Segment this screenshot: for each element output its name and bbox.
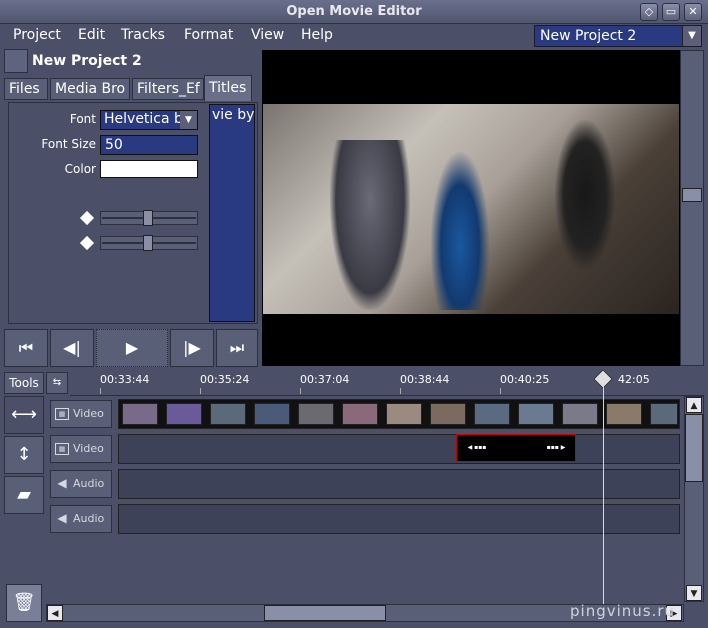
menu-edit[interactable]: Edit bbox=[78, 27, 105, 43]
chevron-down-icon[interactable]: ▼ bbox=[682, 26, 701, 46]
ruler-tick-label: 00:35:24 bbox=[200, 373, 250, 386]
playhead-line bbox=[603, 386, 604, 604]
clip-thumbnail[interactable] bbox=[122, 403, 158, 425]
speaker-icon: ◀ bbox=[57, 511, 67, 525]
ruler-tick-label: 00:33:44 bbox=[100, 373, 150, 386]
project-select-value: New Project 2 bbox=[540, 28, 637, 44]
chevron-down-icon[interactable]: ▼ bbox=[180, 111, 197, 129]
menu-project[interactable]: Project bbox=[13, 27, 61, 43]
close-button[interactable]: ✕ bbox=[684, 3, 702, 21]
clip-thumbnail[interactable] bbox=[430, 403, 466, 425]
clip-thumbnail[interactable] bbox=[298, 403, 334, 425]
clip-thumbnail[interactable] bbox=[254, 403, 290, 425]
video-figure bbox=[430, 150, 490, 310]
ruler-tick bbox=[300, 388, 301, 394]
ruler-tick-label: 00:37:04 bbox=[300, 373, 350, 386]
tab-files[interactable]: Files bbox=[4, 78, 48, 100]
slider-thumb[interactable] bbox=[143, 235, 153, 251]
scroll-up-icon[interactable]: ▲ bbox=[686, 397, 702, 413]
scroll-down-icon[interactable]: ▼ bbox=[686, 585, 702, 601]
toggle-tools-icon[interactable]: ⇆ bbox=[46, 372, 68, 394]
ruler-tick-label: 00:38:44 bbox=[400, 373, 450, 386]
title-text-area[interactable]: vie by bbox=[209, 104, 255, 322]
slider-thumb[interactable] bbox=[143, 210, 153, 226]
menu-view[interactable]: View bbox=[251, 27, 284, 43]
clip-thumbnail[interactable] bbox=[650, 403, 678, 425]
ruler-tick bbox=[200, 388, 201, 394]
project-toggle[interactable] bbox=[4, 49, 28, 73]
timeline-horizontal-thumb[interactable] bbox=[264, 605, 386, 621]
font-size-label: Font Size bbox=[41, 137, 96, 151]
preview-scrollbar[interactable] bbox=[680, 50, 704, 366]
watermark: pingvinus.ru bbox=[570, 602, 676, 620]
ruler-tick bbox=[500, 388, 501, 394]
scroll-left-icon[interactable]: ◀ bbox=[47, 605, 63, 621]
move-tool-icon[interactable]: ⟷ bbox=[4, 396, 44, 434]
speaker-icon: ◀ bbox=[57, 476, 67, 490]
skip-to-end-button[interactable]: ⏭ bbox=[216, 329, 258, 367]
menu-help[interactable]: Help bbox=[301, 27, 333, 43]
clip-thumbnail[interactable] bbox=[606, 403, 642, 425]
clip-thumbnail[interactable] bbox=[166, 403, 202, 425]
clip-segment: ▪▪▪ ▶ bbox=[546, 444, 566, 451]
video-figure bbox=[330, 140, 410, 310]
ruler-tick bbox=[400, 388, 401, 394]
video-track-icon: ▦ bbox=[55, 408, 69, 420]
ruler-tick-label: 00:40:25 bbox=[500, 373, 550, 386]
resize-tool-icon[interactable]: ↕ bbox=[4, 436, 44, 474]
razor-tool-icon[interactable]: ▰ bbox=[4, 476, 44, 514]
tools-label: Tools bbox=[4, 372, 44, 394]
ruler-tick bbox=[100, 388, 101, 394]
project-name: New Project 2 bbox=[32, 53, 142, 69]
clip-thumbnail[interactable] bbox=[562, 403, 598, 425]
minimize-button[interactable]: ◇ bbox=[640, 3, 658, 21]
audio-track-lane[interactable] bbox=[118, 469, 680, 499]
step-forward-button[interactable]: |▶ bbox=[170, 329, 214, 367]
video-track-lane[interactable] bbox=[118, 434, 680, 464]
tab-titles[interactable]: Titles bbox=[204, 75, 252, 101]
window-title: Open Movie Editor bbox=[286, 4, 422, 19]
skip-to-start-button[interactable]: ⏮ bbox=[4, 329, 48, 367]
clip-thumbnail[interactable] bbox=[386, 403, 422, 425]
clip-thumbnail[interactable] bbox=[518, 403, 554, 425]
menu-tracks[interactable]: Tracks bbox=[121, 27, 165, 43]
maximize-button[interactable]: ▭ bbox=[662, 3, 680, 21]
color-swatch[interactable] bbox=[100, 160, 198, 178]
play-button[interactable]: ▶ bbox=[96, 329, 168, 367]
clip-segment: ◀ ▪▪▪ bbox=[467, 444, 487, 451]
font-size-input[interactable] bbox=[100, 135, 198, 155]
font-select-value: Helvetica b bbox=[104, 111, 180, 127]
video-figure bbox=[555, 120, 615, 270]
tab-media-browser[interactable]: Media Bro bbox=[50, 78, 130, 100]
trash-icon[interactable]: 🗑 bbox=[6, 584, 42, 622]
tab-filters-effects[interactable]: Filters_Ef bbox=[132, 78, 204, 100]
clip-thumbnail[interactable] bbox=[474, 403, 510, 425]
menu-format[interactable]: Format bbox=[184, 27, 233, 43]
color-label: Color bbox=[64, 162, 96, 176]
video-track-icon: ▦ bbox=[55, 443, 69, 455]
font-label: Font bbox=[69, 112, 96, 126]
ruler-tick-label: 42:05 bbox=[618, 373, 650, 386]
clip-thumbnail[interactable] bbox=[210, 403, 246, 425]
preview-scroll-thumb[interactable] bbox=[682, 188, 702, 202]
timeline-vertical-thumb[interactable] bbox=[685, 414, 703, 482]
step-back-button[interactable]: ◀| bbox=[50, 329, 94, 367]
clip-thumbnail[interactable] bbox=[342, 403, 378, 425]
audio-track-lane[interactable] bbox=[118, 504, 680, 534]
